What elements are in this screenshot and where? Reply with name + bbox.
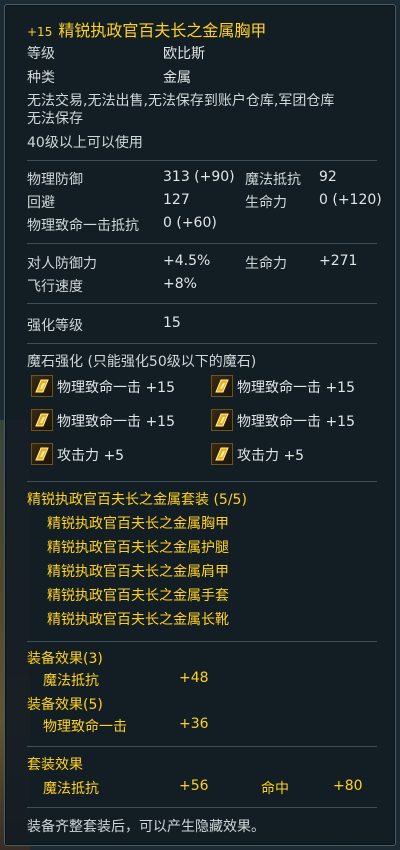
hp-value: 0 (+120) (319, 192, 382, 208)
full-set-stat-1: 魔法抵抗 (43, 781, 99, 797)
enchant-value: 15 (163, 315, 181, 331)
set-piece: 精锐执政官百夫长之金属手套 (47, 588, 229, 604)
grade-value: 欧比斯 (163, 46, 205, 62)
divider (27, 481, 377, 482)
manastone-icon (31, 443, 53, 465)
set-header: 精锐执政官百夫长之金属套装 (5/5) (27, 492, 247, 508)
type-value: 金属 (163, 70, 191, 86)
set-effect-3-stat: 魔法抵抗 (43, 673, 99, 689)
full-set-label: 套装效果 (27, 757, 83, 773)
mres-label: 魔法抵抗 (245, 172, 301, 188)
manastone-icon (31, 375, 53, 397)
restriction-text-2: 无法保存 (27, 111, 83, 127)
hp-label: 生命力 (245, 195, 287, 211)
enchant-label: 强化等级 (27, 318, 83, 334)
divider (27, 160, 377, 161)
evasion-value: 127 (163, 192, 190, 208)
full-set-value-2: +80 (333, 778, 363, 794)
fly-speed-value: +8% (163, 276, 197, 292)
item-title: +15 精锐执政官百夫长之金属胸甲 (27, 17, 266, 41)
set-effect-3-label: 装备效果(3) (27, 651, 103, 667)
divider (27, 303, 377, 304)
manastone-slot-4: 物理致命一击 +15 (237, 414, 355, 430)
manastone-icon (211, 443, 233, 465)
manastone-icon (31, 409, 53, 431)
crit-res-value: 0 (+60) (163, 215, 217, 231)
manastone-icon (211, 375, 233, 397)
manastone-slot-6: 攻击力 +5 (237, 448, 305, 464)
set-piece: 精锐执政官百夫长之金属护腿 (47, 540, 229, 556)
level-requirement: 40级以上可以使用 (27, 135, 143, 151)
divider (27, 807, 377, 808)
item-name: 精锐执政官百夫长之金属胸甲 (58, 21, 267, 40)
bonus-hp-label: 生命力 (245, 256, 287, 272)
hidden-effect-note: 装备齐整套装后，可以产生隐藏效果。 (27, 819, 265, 835)
restriction-text: 无法交易,无法出售,无法保存到账户仓库,军团仓库 (27, 93, 335, 109)
enchant-prefix: +15 (27, 25, 53, 39)
evasion-label: 回避 (27, 195, 55, 211)
set-effect-5-stat: 物理致命一击 (43, 719, 127, 735)
divider (27, 243, 377, 244)
divider (27, 746, 377, 747)
fly-speed-label: 飞行速度 (27, 279, 83, 295)
manastone-header: 魔石强化 (只能强化50级以下的魔石) (27, 354, 257, 370)
crit-res-label: 物理致命一击抵抗 (27, 218, 139, 234)
set-piece: 精锐执政官百夫长之金属胸甲 (47, 516, 229, 532)
mres-value: 92 (319, 169, 337, 185)
item-tooltip: +15 精锐执政官百夫长之金属胸甲 等级 欧比斯 种类 金属 无法交易,无法出售,… (4, 4, 396, 846)
phys-def-value: 313 (+90) (163, 169, 235, 185)
divider (27, 343, 377, 344)
manastone-slot-2: 物理致命一击 +15 (237, 380, 355, 396)
phys-def-label: 物理防御 (27, 172, 83, 188)
set-effect-5-label: 装备效果(5) (27, 697, 103, 713)
type-label: 种类 (27, 70, 55, 86)
manastone-slot-3: 物理致命一击 +15 (57, 414, 175, 430)
full-set-value-1: +56 (179, 778, 209, 794)
bonus-hp-value: +271 (319, 253, 358, 269)
set-piece: 精锐执政官百夫长之金属肩甲 (47, 564, 229, 580)
pvp-def-value: +4.5% (163, 253, 211, 269)
set-piece: 精锐执政官百夫长之金属长靴 (47, 612, 229, 628)
divider (27, 641, 377, 642)
grade-label: 等级 (27, 46, 55, 62)
full-set-stat-2: 命中 (261, 781, 289, 797)
manastone-slot-5: 攻击力 +5 (57, 448, 125, 464)
pvp-def-label: 对人防御力 (27, 256, 97, 272)
manastone-slot-1: 物理致命一击 +15 (57, 380, 175, 396)
set-effect-5-value: +36 (179, 716, 209, 732)
set-effect-3-value: +48 (179, 670, 209, 686)
manastone-icon (211, 409, 233, 431)
